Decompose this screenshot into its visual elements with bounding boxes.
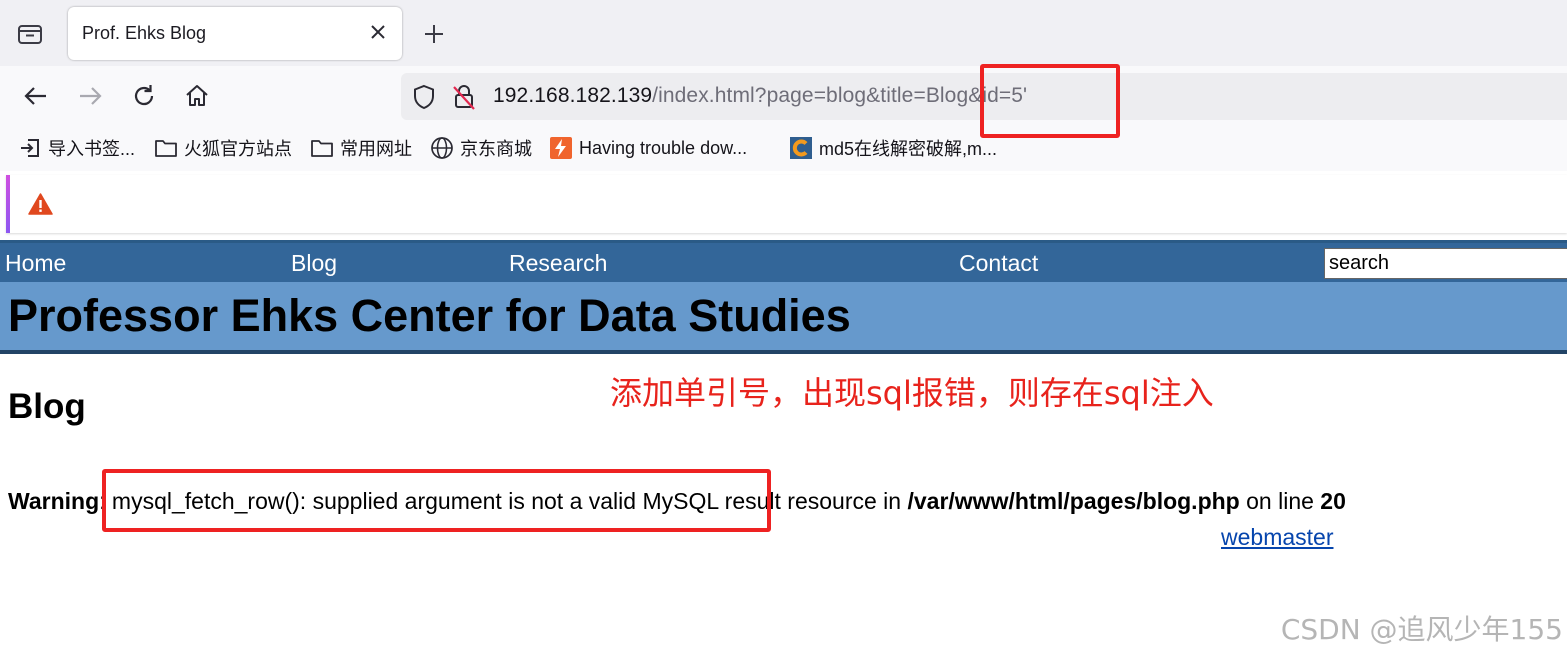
active-tab[interactable]: Prof. Ehks Blog [68, 7, 402, 60]
browser-tabstrip: Prof. Ehks Blog [0, 0, 1567, 66]
webmaster-link[interactable]: webmaster [1221, 524, 1333, 551]
reload-button[interactable] [130, 82, 158, 110]
watermark: CSDN @追风少年155 [1280, 613, 1563, 646]
warning-mid: on line [1239, 488, 1321, 514]
forward-arrow-icon [80, 87, 102, 105]
page-content: Home Blog Research Contact Professor Ehk… [0, 240, 1567, 654]
home-button[interactable] [183, 82, 211, 110]
bookmark-folder-firefox[interactable]: 火狐官方站点 [154, 135, 292, 161]
nav-link-contact[interactable]: Contact [959, 250, 1038, 277]
tab-close-button[interactable] [368, 22, 388, 42]
url-text: 192.168.182.139/index.html?page=blog&tit… [493, 84, 1027, 108]
bookmark-label: Having trouble dow... [579, 137, 748, 158]
bookmark-cmd5[interactable]: md5在线解密破解,m... [789, 135, 997, 161]
warning-line-number: 20 [1320, 488, 1346, 514]
folder-icon [155, 140, 177, 157]
page-heading: Blog [8, 387, 86, 426]
bookmark-folder-common[interactable]: 常用网址 [310, 135, 412, 161]
home-icon [186, 85, 208, 106]
annotation-text: 添加单引号，出现sql报错，则存在sql注入 [610, 374, 1214, 412]
browser-navbar: 192.168.182.139/index.html?page=blog&tit… [0, 66, 1567, 127]
tracking-protection-button[interactable] [411, 83, 437, 111]
bookmarks-toolbar: 导入书签... 火狐官方站点 常用网址 京东商城 Having trouble … [0, 127, 1567, 171]
url-host: 192.168.182.139 [493, 84, 653, 107]
nav-link-blog[interactable]: Blog [291, 250, 337, 277]
bookmark-having-trouble[interactable]: Having trouble dow... [549, 135, 747, 161]
warning-icon [28, 193, 53, 215]
folder-icon [311, 140, 333, 157]
warning-label: Warning [8, 488, 100, 514]
close-icon [371, 25, 385, 39]
bookmark-label: 火狐官方站点 [184, 139, 292, 159]
plus-icon [425, 25, 443, 43]
bookmark-label: md5在线解密破解,m... [819, 139, 998, 159]
cmd5-favicon [790, 137, 812, 159]
shield-icon [414, 84, 434, 110]
back-button[interactable] [22, 82, 50, 110]
bookmark-jd[interactable]: 京东商城 [430, 135, 532, 161]
tab-list-icon [18, 25, 42, 44]
tab-title: Prof. Ehks Blog [82, 23, 207, 43]
bookmark-label: 京东商城 [460, 139, 532, 159]
warning-highlight-box [102, 469, 771, 532]
screenshot-root: Prof. Ehks Blog 192.168.182.139/index.ht… [0, 0, 1567, 654]
new-tab-button[interactable] [422, 22, 446, 46]
insecure-connection-indicator[interactable] [451, 83, 477, 111]
search-input[interactable] [1324, 248, 1567, 279]
site-header: Professor Ehks Center for Data Studies [0, 282, 1567, 354]
import-icon [21, 139, 39, 157]
notification-bar [6, 175, 1567, 233]
forward-button[interactable] [76, 82, 104, 110]
back-arrow-icon [24, 87, 46, 105]
site-title: Professor Ehks Center for Data Studies [8, 290, 851, 341]
bookmark-label: 导入书签... [48, 139, 136, 159]
insecure-lock-icon [453, 85, 475, 110]
url-path: /index.html?page=blog&title=Blog&id=5' [652, 84, 1028, 107]
tab-list-button[interactable] [16, 21, 44, 47]
warning-file: /var/www/html/pages/blog.php [907, 488, 1240, 514]
nav-link-home[interactable]: Home [5, 250, 66, 277]
reload-icon [134, 85, 154, 106]
site-nav-bar: Home Blog Research Contact [0, 240, 1567, 282]
bookmark-label: 常用网址 [340, 139, 412, 159]
bookmark-import[interactable]: 导入书签... [18, 135, 135, 161]
bolt-favicon [550, 137, 572, 159]
globe-icon [431, 137, 453, 159]
nav-link-research[interactable]: Research [509, 250, 607, 277]
url-highlight-box [980, 64, 1120, 138]
